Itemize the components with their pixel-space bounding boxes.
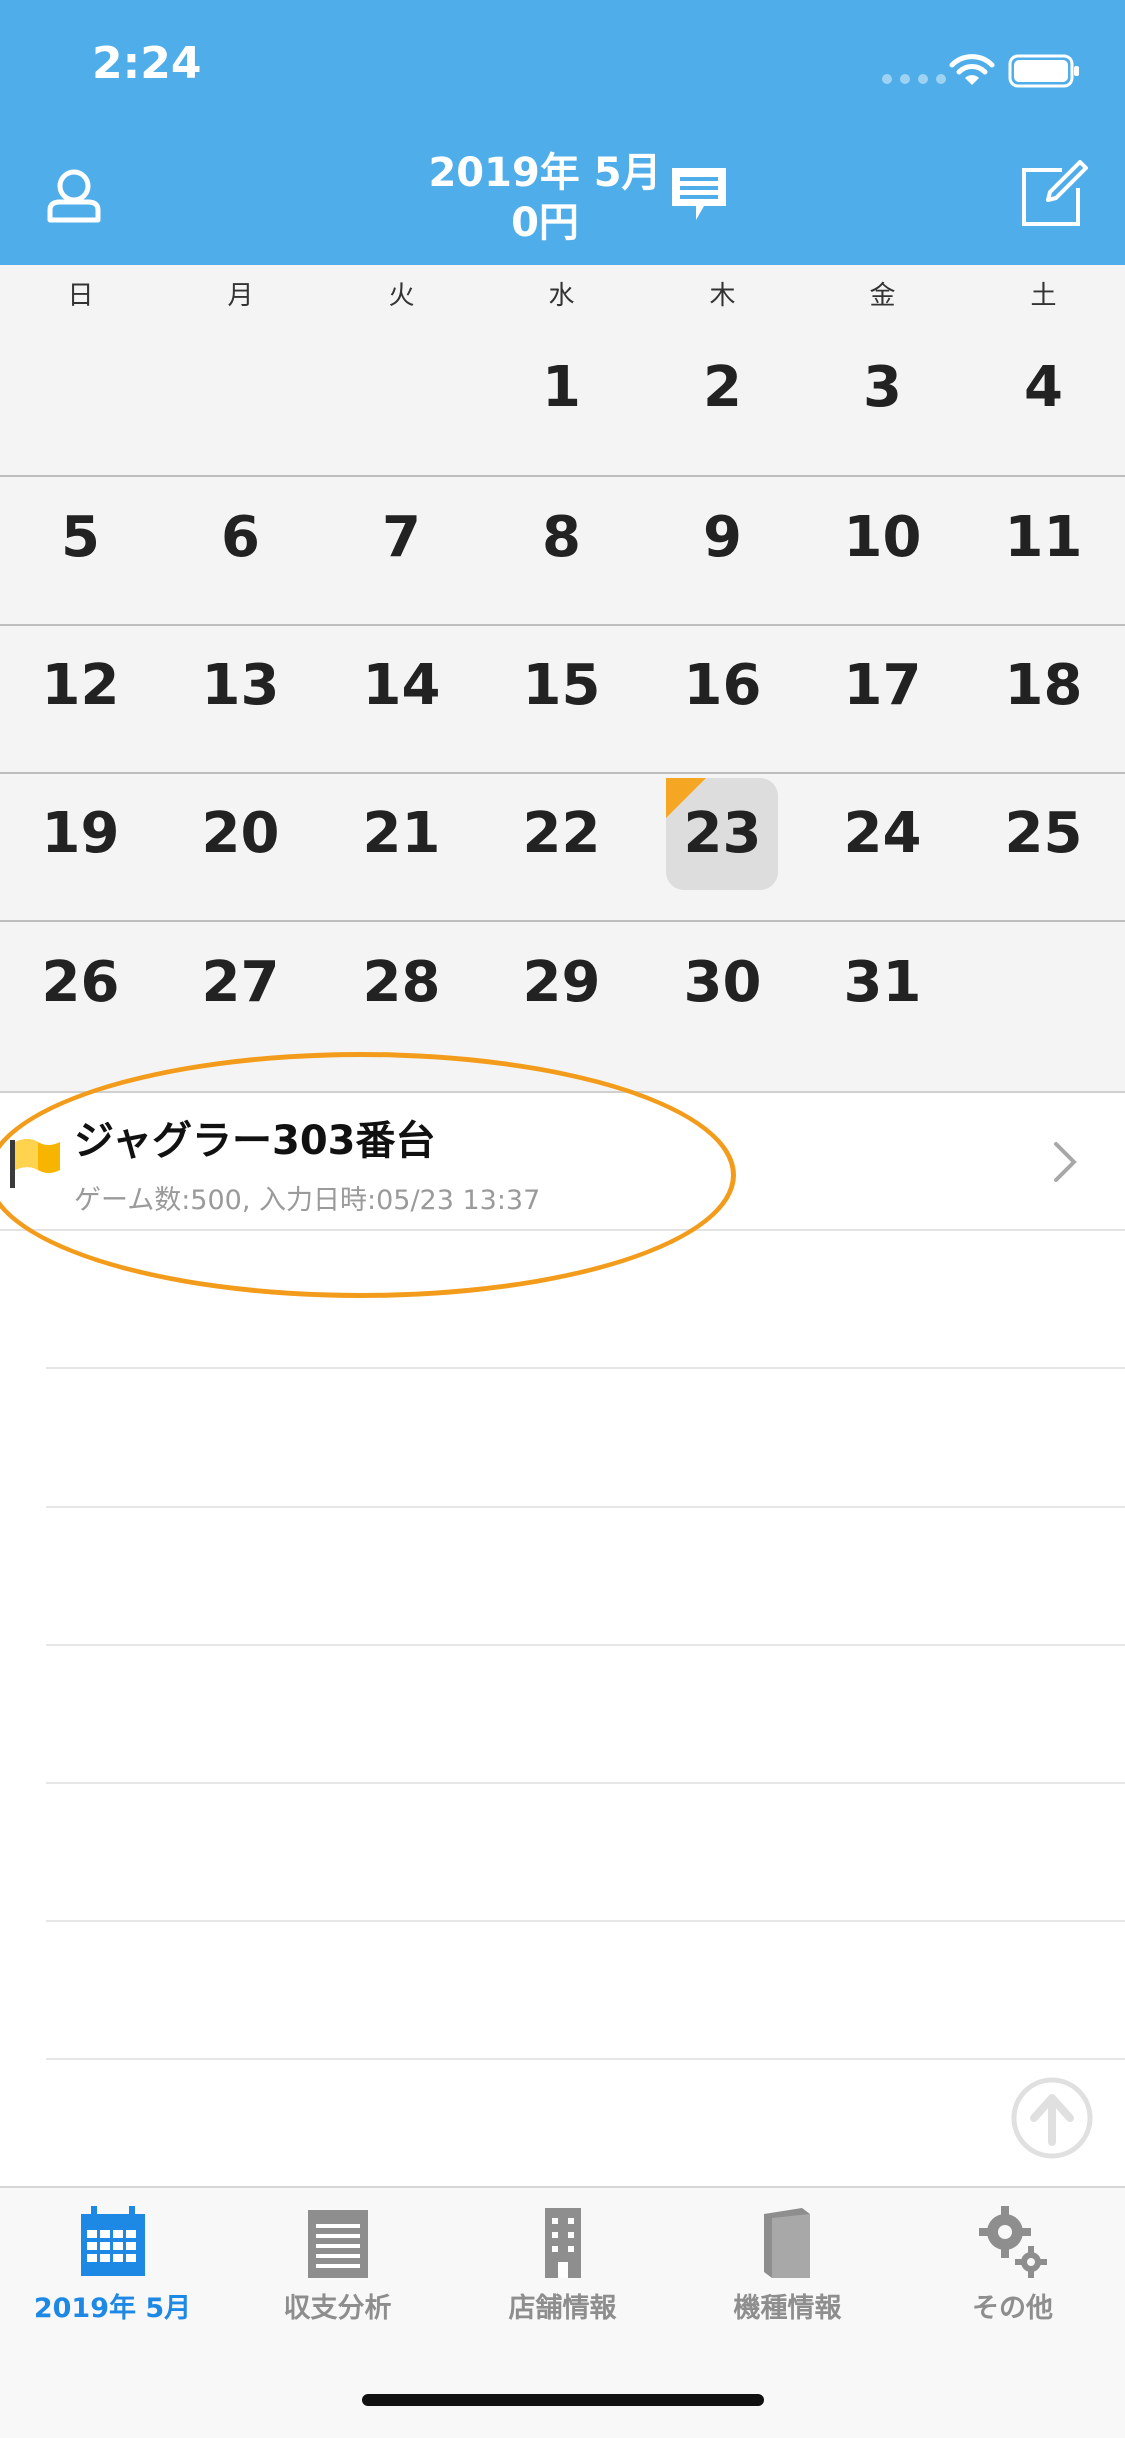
calendar-day[interactable]: 6 — [160, 505, 321, 570]
notepad-icon — [307, 2210, 368, 2278]
calendar-day[interactable]: 21 — [321, 801, 482, 866]
app-header: 2:24 2019年 5月 0円 — [0, 0, 1125, 265]
calendar-day[interactable]: 16 — [642, 653, 803, 718]
calendar-day[interactable]: 17 — [802, 653, 963, 718]
calendar-day[interactable]: 30 — [642, 950, 803, 1015]
status-time: 2:24 — [92, 38, 202, 89]
tab-label: その他 — [972, 2293, 1053, 2324]
month-title: 2019年 5月 0円 — [410, 148, 680, 248]
calendar-day[interactable]: 5 — [0, 505, 161, 570]
year-month-label: 2019年 5月 — [428, 150, 662, 196]
calendar-day[interactable]: 19 — [0, 801, 161, 866]
calendar-day[interactable]: 12 — [0, 653, 161, 718]
calendar-day[interactable]: 20 — [160, 801, 321, 866]
book-icon — [763, 2208, 810, 2278]
battery-icon — [1008, 54, 1079, 88]
list-separator — [46, 1506, 1125, 1508]
chevron-right-icon — [1054, 1142, 1077, 1182]
entry-title: ジャグラー303番台 — [74, 1118, 436, 1164]
edit-icon[interactable] — [1018, 158, 1090, 230]
profile-icon[interactable] — [46, 166, 102, 224]
calendar-day[interactable]: 25 — [963, 801, 1124, 866]
calendar-day[interactable]: 3 — [802, 355, 963, 420]
tab-label: 収支分析 — [283, 2293, 392, 2324]
calendar-day[interactable]: 4 — [963, 355, 1124, 420]
calendar-day[interactable]: 22 — [481, 801, 642, 866]
calendar-day[interactable]: 13 — [160, 653, 321, 718]
calendar-day-selected[interactable]: 23 — [642, 801, 803, 866]
list-separator — [46, 2058, 1125, 2060]
message-icon[interactable] — [668, 164, 730, 226]
tab-machine[interactable]: 機種情報 — [675, 2204, 900, 2344]
flag-icon — [10, 1139, 60, 1188]
calendar-day[interactable]: 7 — [321, 505, 482, 570]
calendar-day[interactable]: 31 — [802, 950, 963, 1015]
signal-icon — [882, 74, 946, 84]
tab-calendar[interactable]: 2019年 5月 — [0, 2204, 225, 2344]
tab-label: 2019年 5月 — [33, 2293, 192, 2324]
building-icon — [544, 2208, 581, 2278]
list-separator — [46, 1367, 1125, 1369]
calendar-day[interactable]: 27 — [160, 950, 321, 1015]
calendar-day[interactable]: 26 — [0, 950, 161, 1015]
calendar-day[interactable]: 28 — [321, 950, 482, 1015]
calendar-day[interactable]: 14 — [321, 653, 482, 718]
tab-store[interactable]: 店舗情報 — [450, 2204, 675, 2344]
calendar-day[interactable]: 1 — [481, 355, 642, 420]
scroll-to-top-icon[interactable] — [1010, 2076, 1094, 2160]
gears-icon — [978, 2206, 1047, 2278]
home-indicator — [362, 2394, 764, 2406]
list-separator — [46, 1920, 1125, 1922]
calendar-day[interactable]: 9 — [642, 505, 803, 570]
tab-other[interactable]: その他 — [900, 2204, 1125, 2344]
balance-label: 0円 — [511, 200, 579, 246]
tab-label: 機種情報 — [733, 2293, 842, 2324]
wifi-icon — [949, 54, 995, 85]
calendar-day[interactable]: 18 — [963, 653, 1124, 718]
entry-subtitle: ゲーム数:500, 入力日時:05/23 13:37 — [74, 1185, 541, 1216]
list-separator — [46, 1782, 1125, 1784]
calendar-day[interactable]: 2 — [642, 355, 803, 420]
calendar-day[interactable]: 29 — [481, 950, 642, 1015]
calendar-day[interactable]: 15 — [481, 653, 642, 718]
calendar-day[interactable]: 10 — [802, 505, 963, 570]
calendar-day[interactable]: 11 — [963, 505, 1124, 570]
calendar-day[interactable]: 8 — [481, 505, 642, 570]
calendar-icon — [80, 2206, 145, 2276]
tab-label: 店舗情報 — [508, 2293, 617, 2324]
calendar-day[interactable]: 24 — [802, 801, 963, 866]
tab-analysis[interactable]: 収支分析 — [225, 2204, 450, 2344]
list-separator — [46, 1644, 1125, 1646]
